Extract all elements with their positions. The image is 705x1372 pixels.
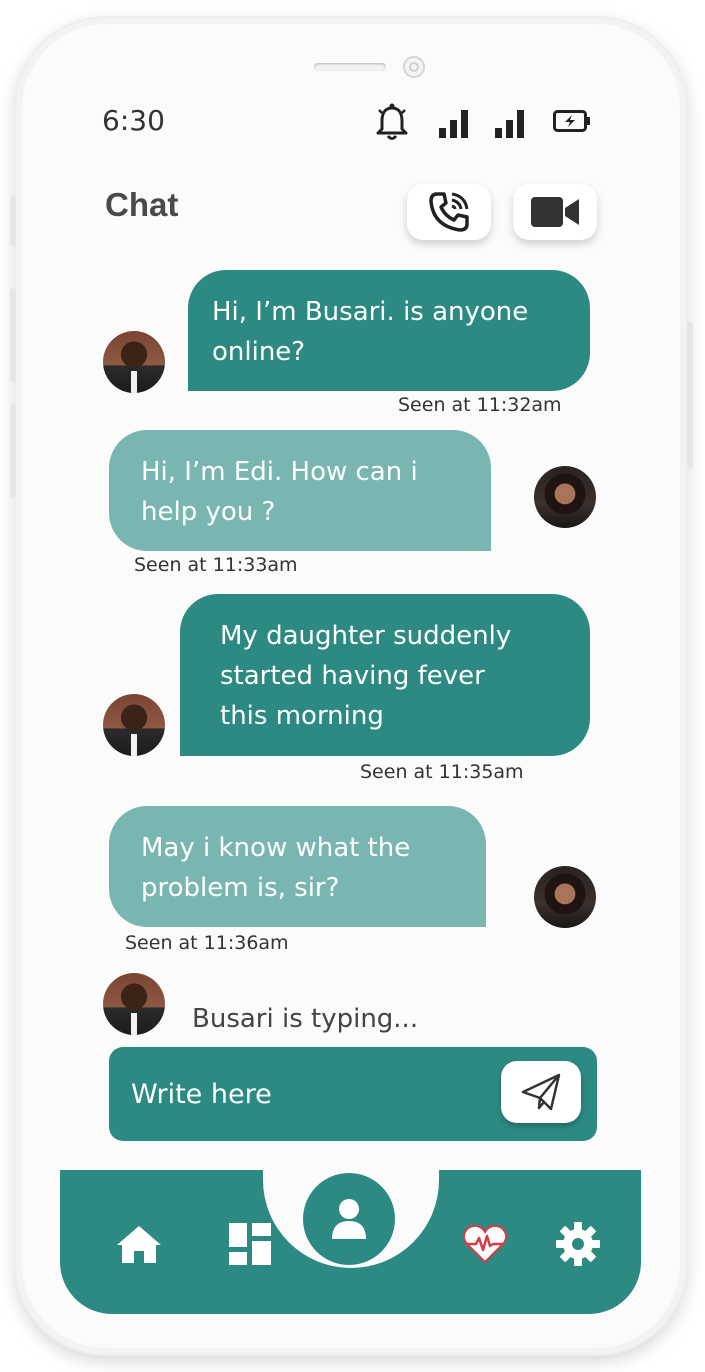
- nav-home-button[interactable]: [113, 1218, 165, 1270]
- avatar: [534, 466, 596, 528]
- message-text-line: My daughter suddenly: [220, 621, 512, 651]
- signal-icon: [439, 110, 468, 138]
- send-button[interactable]: [501, 1061, 581, 1123]
- signal-icon: [495, 110, 524, 138]
- avatar: [103, 694, 165, 756]
- message-text-line: online?: [212, 337, 306, 367]
- seen-timestamp: Seen at 11:32am: [398, 394, 562, 416]
- avatar: [534, 866, 596, 928]
- voice-call-button[interactable]: [407, 184, 491, 240]
- seen-timestamp: Seen at 11:35am: [360, 761, 524, 783]
- page-title: Chat: [105, 186, 179, 223]
- message-text-line: Hi, I’m Edi. How can i: [141, 457, 418, 487]
- front-camera: [403, 56, 425, 78]
- video-camera-icon: [531, 197, 579, 227]
- message-input[interactable]: [131, 1069, 491, 1119]
- video-call-button[interactable]: [513, 184, 597, 240]
- device-side-button: [10, 404, 16, 498]
- settings-icon: [556, 1222, 600, 1266]
- phone-frame: 6:30 Chat Hi, I’m Busari. is anyone onli…: [16, 18, 686, 1354]
- message-bubble: Hi, I’m Edi. How can i help you ?: [109, 430, 491, 551]
- avatar: [103, 973, 165, 1035]
- message-text-line: Hi, I’m Busari. is anyone: [212, 297, 529, 327]
- message-text-line: started having fever: [220, 661, 485, 691]
- device-side-button: [10, 196, 16, 246]
- battery-icon: [553, 110, 590, 132]
- nav-profile-button[interactable]: [303, 1173, 395, 1265]
- nav-dashboard-button[interactable]: [224, 1218, 276, 1270]
- device-side-button: [10, 288, 16, 382]
- message-bubble: May i know what the problem is, sir?: [109, 806, 486, 927]
- phone-call-icon: [429, 192, 469, 232]
- dashboard-icon: [229, 1223, 271, 1265]
- typing-indicator: Busari is typing...: [192, 1004, 419, 1034]
- profile-icon: [332, 1199, 366, 1239]
- seen-timestamp: Seen at 11:33am: [134, 554, 298, 576]
- message-bubble: My daughter suddenly started having feve…: [180, 594, 590, 756]
- avatar: [103, 331, 165, 393]
- message-composer: [109, 1047, 597, 1141]
- message-text-line: this morning: [220, 701, 384, 731]
- message-bubble: Hi, I’m Busari. is anyone online?: [188, 270, 590, 391]
- nav-settings-button[interactable]: [552, 1218, 604, 1270]
- status-time: 6:30: [102, 104, 165, 137]
- device-side-button: [687, 322, 693, 468]
- bell-icon: [376, 103, 408, 140]
- paper-plane-icon: [521, 1073, 561, 1111]
- bottom-nav: [60, 1170, 641, 1314]
- message-text-line: help you ?: [141, 497, 276, 527]
- home-icon: [117, 1226, 161, 1263]
- heart-pulse-icon: [462, 1224, 508, 1264]
- nav-health-button[interactable]: [459, 1218, 511, 1270]
- seen-timestamp: Seen at 11:36am: [125, 932, 289, 954]
- speaker-grille: [314, 63, 386, 71]
- message-text-line: problem is, sir?: [141, 873, 340, 903]
- message-text-line: May i know what the: [141, 833, 411, 863]
